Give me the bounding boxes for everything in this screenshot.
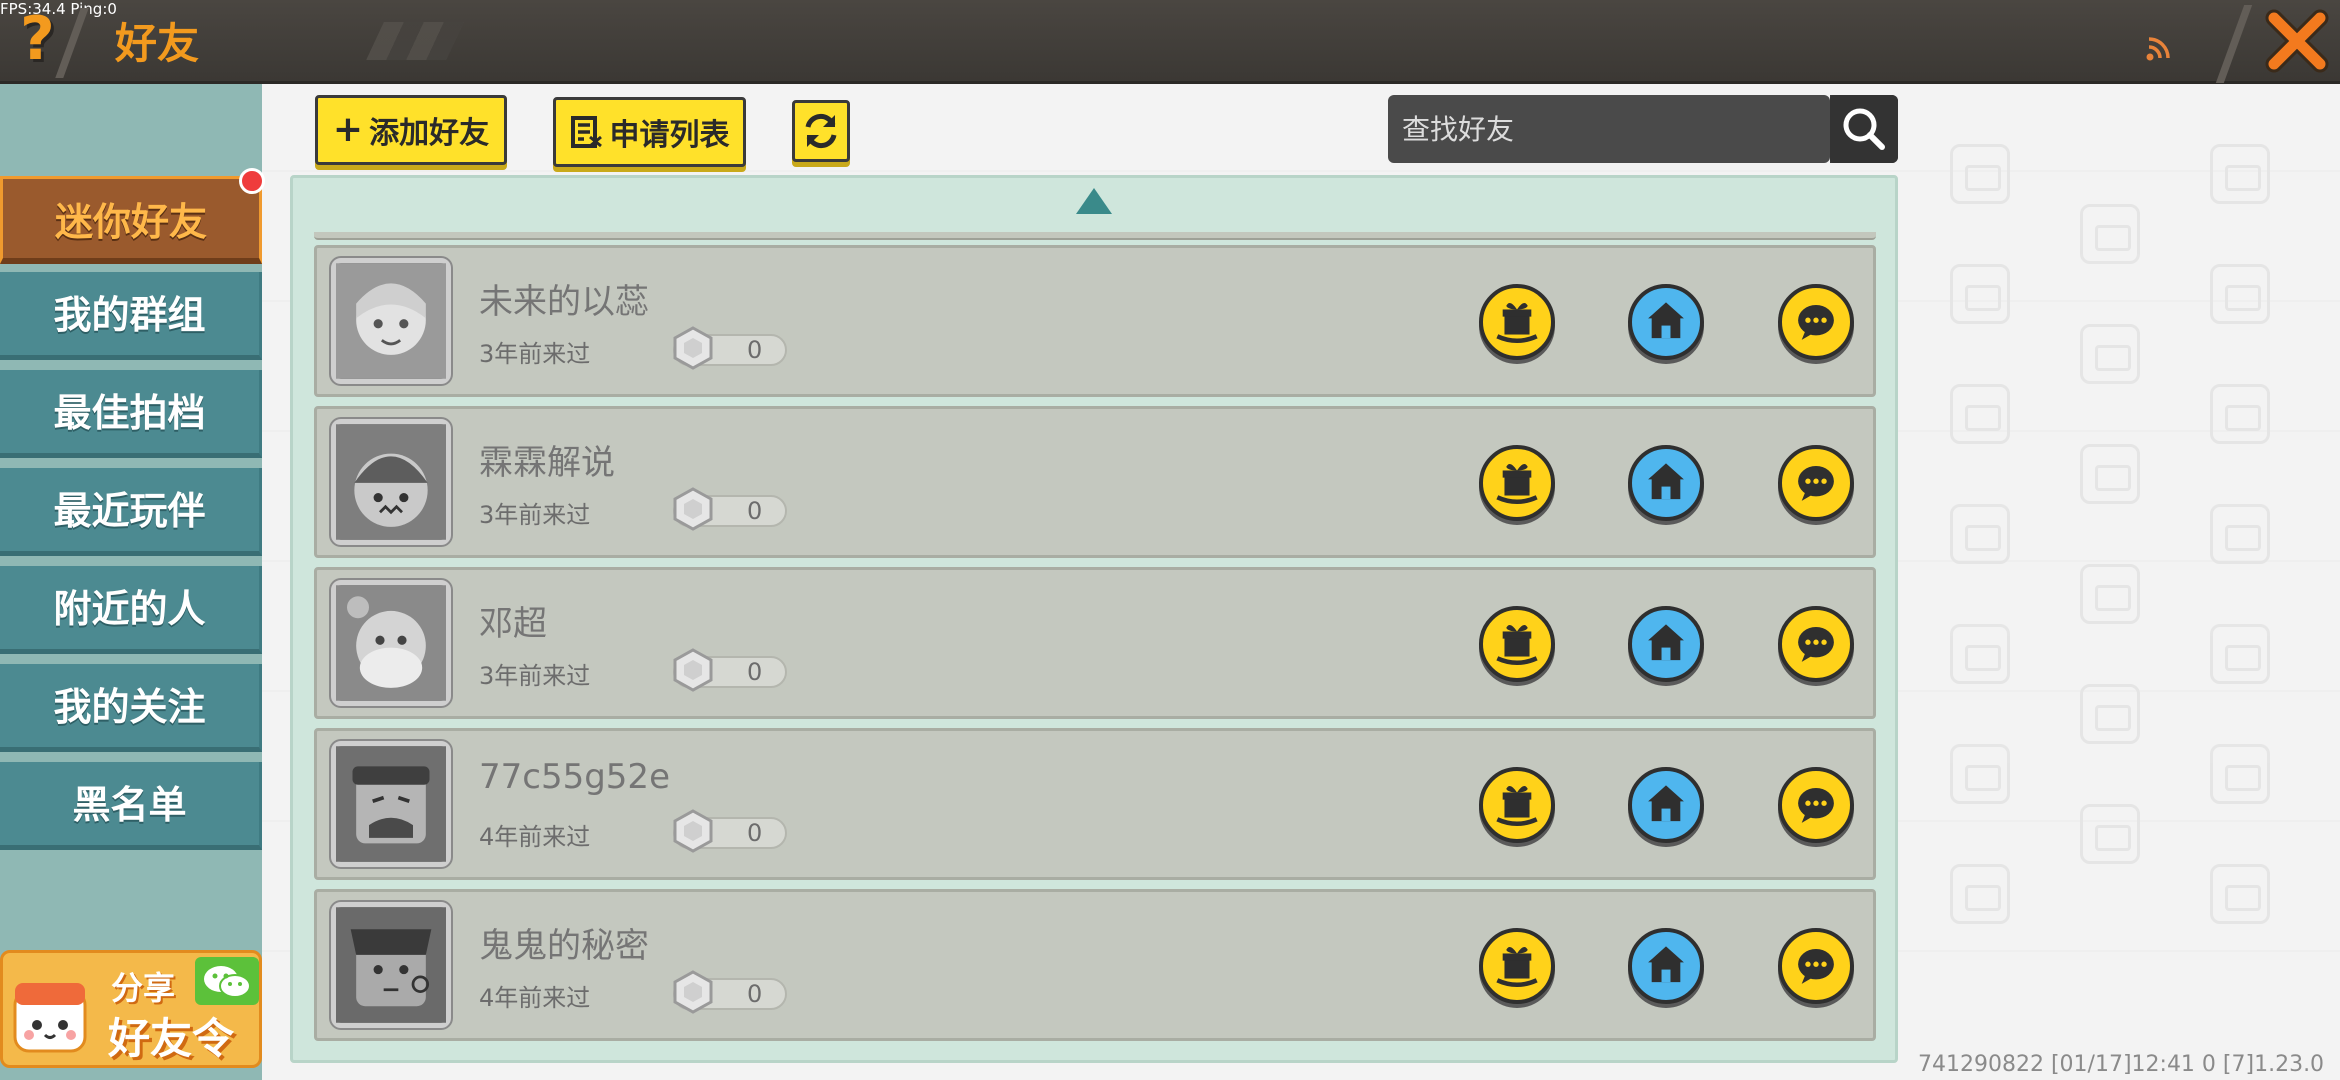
last-seen: 3年前来过 [479, 340, 591, 368]
tab-best-partners[interactable]: 最佳拍档 [0, 370, 262, 458]
search-container [1388, 95, 1830, 163]
plus-icon: + [332, 109, 364, 150]
gift-icon [1496, 625, 1538, 666]
request-list-label: 申请列表 [609, 118, 730, 153]
home-icon [1648, 302, 1684, 339]
gift-icon [1496, 303, 1538, 344]
friend-name: 77c55g52e [479, 757, 670, 797]
gift-icon [1496, 786, 1538, 827]
last-seen: 4年前来过 [479, 984, 591, 1012]
search-icon[interactable] [1830, 95, 1898, 163]
request-list-icon [570, 116, 602, 148]
question-icon[interactable]: ? [20, 4, 55, 74]
avatar[interactable] [331, 741, 451, 867]
avatar[interactable] [331, 580, 451, 706]
home-icon [1648, 946, 1684, 983]
chat-button[interactable] [1778, 767, 1854, 843]
divider [55, 8, 89, 78]
request-list-button[interactable]: 申请列表 [553, 97, 746, 167]
share-label: 分享 [111, 969, 176, 1007]
friend-row[interactable]: 鬼鬼的秘密 4年前来过 0 [314, 889, 1876, 1041]
refresh-button[interactable] [792, 100, 850, 162]
avatar[interactable] [331, 258, 451, 384]
gift-button[interactable] [1479, 767, 1555, 843]
gift-button[interactable] [1479, 284, 1555, 360]
refresh-icon [805, 113, 837, 149]
gift-button[interactable] [1479, 928, 1555, 1004]
chat-button[interactable] [1778, 606, 1854, 682]
tab-my-groups[interactable]: 我的群组 [0, 272, 262, 360]
gem-icon [673, 970, 713, 1014]
score-value: 0 [747, 980, 763, 1008]
chat-button[interactable] [1778, 928, 1854, 1004]
home-button[interactable] [1628, 928, 1704, 1004]
score-value: 0 [747, 658, 763, 686]
chat-icon [1798, 788, 1834, 823]
chat-icon [1798, 627, 1834, 662]
scroll-up-arrow-icon[interactable] [1076, 188, 1112, 214]
fps-readout: FPS:34.4 Ping:0 [0, 0, 117, 18]
last-seen: 3年前来过 [479, 662, 591, 690]
chat-button[interactable] [1778, 445, 1854, 521]
tab-nearby[interactable]: 附近的人 [0, 566, 262, 654]
home-button[interactable] [1628, 767, 1704, 843]
tab-blacklist[interactable]: 黑名单 [0, 762, 262, 850]
avatar[interactable] [331, 419, 451, 545]
wechat-icon [195, 957, 259, 1005]
top-bar: FPS:34.4 Ping:0 ? 好友 [0, 0, 2340, 84]
friend-name: 邓超 [479, 604, 547, 644]
friend-code-label: 好友令 [108, 1014, 235, 1063]
tab-following[interactable]: 我的关注 [0, 664, 262, 752]
divider [2215, 5, 2253, 83]
friend-row[interactable]: 霖霖解说 3年前来过 0 [314, 406, 1876, 558]
mascot-icon [13, 983, 87, 1053]
friend-name: 霖霖解说 [479, 443, 615, 483]
avatar[interactable] [331, 902, 451, 1028]
chat-button[interactable] [1778, 284, 1854, 360]
list-edge [314, 232, 1876, 240]
footer-info: 741290822 [01/17]12:41 0 [7]1.23.0 [1918, 1052, 2325, 1077]
gem-icon [673, 487, 713, 531]
gem-icon [673, 326, 713, 370]
home-icon [1648, 624, 1684, 661]
last-seen: 4年前来过 [479, 823, 591, 851]
friend-name: 鬼鬼的秘密 [479, 926, 649, 966]
last-seen: 3年前来过 [479, 501, 591, 529]
friend-name: 未来的以蕊 [479, 282, 649, 322]
tab-mini-friends[interactable]: 迷你好友 [0, 176, 262, 264]
home-icon [1648, 463, 1684, 500]
friend-row[interactable]: 77c55g52e 4年前来过 0 [314, 728, 1876, 880]
signal-icon [2146, 37, 2170, 61]
chat-icon [1798, 305, 1834, 340]
chat-icon [1798, 466, 1834, 501]
gem-icon [673, 648, 713, 692]
page-title: 好友 [115, 19, 200, 68]
notification-dot [239, 168, 265, 194]
score-value: 0 [747, 336, 763, 364]
decor-stripes [366, 22, 464, 60]
tab-recent-players[interactable]: 最近玩伴 [0, 468, 262, 556]
add-friend-label: 添加好友 [369, 116, 490, 151]
add-friend-button[interactable]: + 添加好友 [315, 95, 507, 165]
home-button[interactable] [1628, 284, 1704, 360]
gift-icon [1496, 464, 1538, 505]
friend-row[interactable]: 邓超 3年前来过 0 [314, 567, 1876, 719]
home-button[interactable] [1628, 606, 1704, 682]
score-value: 0 [747, 819, 763, 847]
gift-icon [1496, 947, 1538, 988]
gem-icon [673, 809, 713, 853]
chat-icon [1798, 949, 1834, 984]
search-input[interactable] [1388, 95, 1830, 163]
score-value: 0 [747, 497, 763, 525]
home-button[interactable] [1628, 445, 1704, 521]
gift-button[interactable] [1479, 445, 1555, 521]
friend-row[interactable]: 未来的以蕊 3年前来过 0 [314, 245, 1876, 397]
share-friend-code-banner[interactable]: 分享 好友令 [0, 950, 262, 1068]
home-icon [1648, 785, 1684, 822]
close-icon[interactable] [2262, 6, 2332, 76]
gift-button[interactable] [1479, 606, 1555, 682]
